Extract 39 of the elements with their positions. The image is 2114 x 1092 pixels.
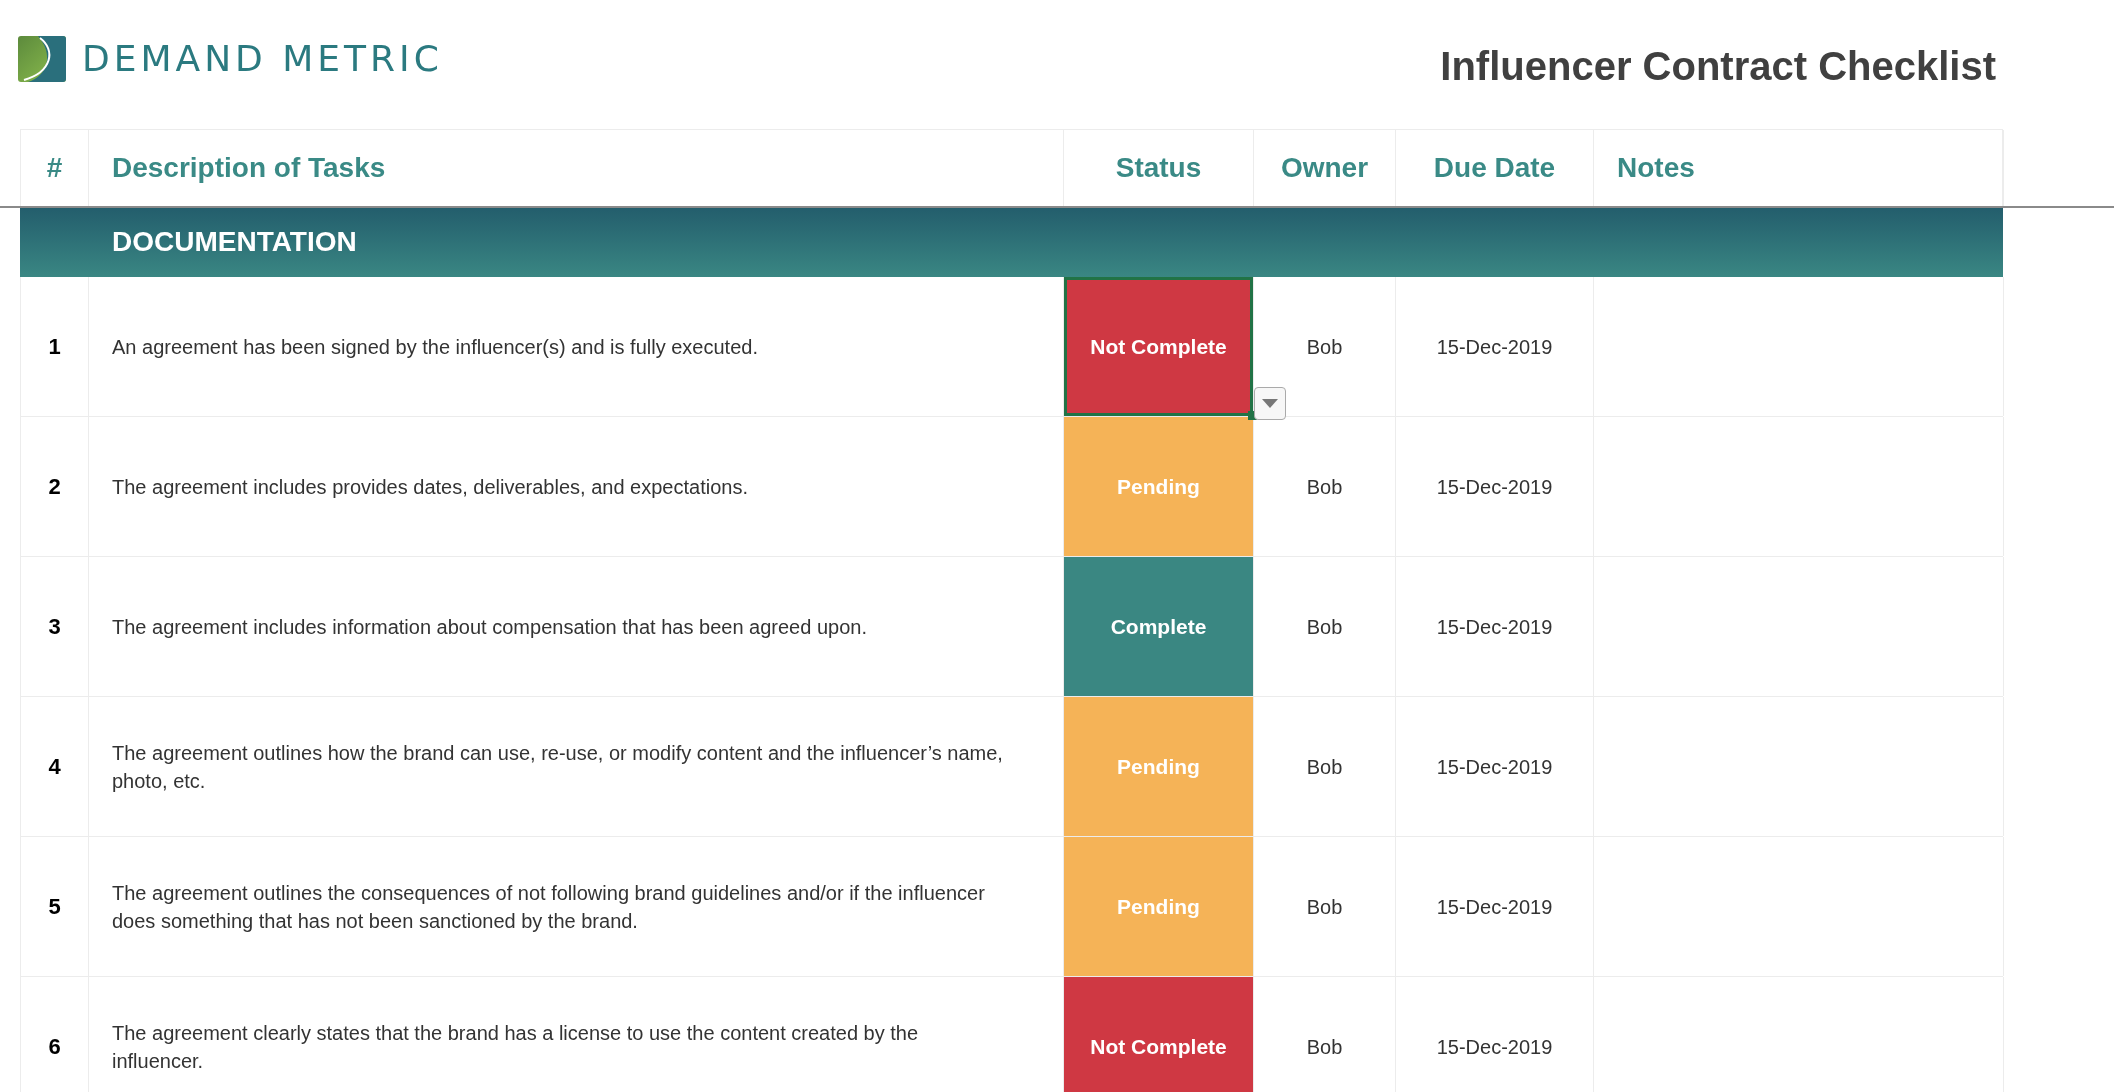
task-description: The agreement clearly states that the brand has a license to use the content created by the influencer. xyxy=(112,1020,920,1074)
section-title: DOCUMENTATION xyxy=(112,225,357,259)
task-description: The agreement outlines the consequences of not following brand guidelines and/or if the influencer does something that has not been sanctioned by the brand. xyxy=(112,880,986,934)
caret-icon xyxy=(1262,399,1278,408)
status-cell[interactable]: Complete xyxy=(1064,557,1253,696)
due-date-cell-text: 15-Dec-2019 xyxy=(1436,614,1553,640)
owner-cell-text: Bob xyxy=(1306,614,1343,640)
column-header: # xyxy=(46,151,63,185)
row-number: 5 xyxy=(48,893,61,921)
logo-icon xyxy=(18,36,66,82)
due-date-cell-text: 15-Dec-2019 xyxy=(1436,754,1553,780)
row-number: 4 xyxy=(48,753,61,781)
task-description: An agreement has been signed by the influencer(s) and is fully executed. xyxy=(112,334,758,360)
column-header: Description of Tasks xyxy=(112,151,386,185)
task-description: The agreement includes information about compensation that has been agreed upon. xyxy=(112,614,867,640)
column-header: Due Date xyxy=(1433,151,1556,185)
page-title: Influencer Contract Checklist xyxy=(1440,43,1996,90)
owner-cell-text: Bob xyxy=(1306,894,1343,920)
status-cell[interactable]: Not Complete xyxy=(1064,977,1253,1092)
task-description: The agreement includes provides dates, deliverables, and expectations. xyxy=(112,474,748,500)
row-number: 2 xyxy=(48,473,61,501)
status-cell[interactable]: Not Complete xyxy=(1064,277,1253,416)
row-number: 6 xyxy=(48,1033,61,1061)
owner-cell-text: Bob xyxy=(1306,334,1343,360)
owner-cell-text: Bob xyxy=(1306,1034,1343,1060)
due-date-cell-text: 15-Dec-2019 xyxy=(1436,334,1553,360)
row-number: 1 xyxy=(48,333,61,361)
row-number: 3 xyxy=(48,613,61,641)
column-header: Status xyxy=(1115,151,1202,185)
column-header: Notes xyxy=(1617,151,1695,185)
owner-cell-text: Bob xyxy=(1306,754,1343,780)
due-date-cell-text: 15-Dec-2019 xyxy=(1436,1034,1553,1060)
task-description: The agreement outlines how the brand can use, re-use, or modify content and the influencer’s name, photo, etc. xyxy=(112,740,1003,794)
dropdown-button[interactable] xyxy=(1254,387,1286,420)
owner-cell-text: Bob xyxy=(1306,474,1343,500)
column-header: Owner xyxy=(1280,151,1369,185)
due-date-cell-text: 15-Dec-2019 xyxy=(1436,894,1553,920)
logo-text: DEMAND METRIC xyxy=(82,37,443,81)
due-date-cell-text: 15-Dec-2019 xyxy=(1436,474,1553,500)
